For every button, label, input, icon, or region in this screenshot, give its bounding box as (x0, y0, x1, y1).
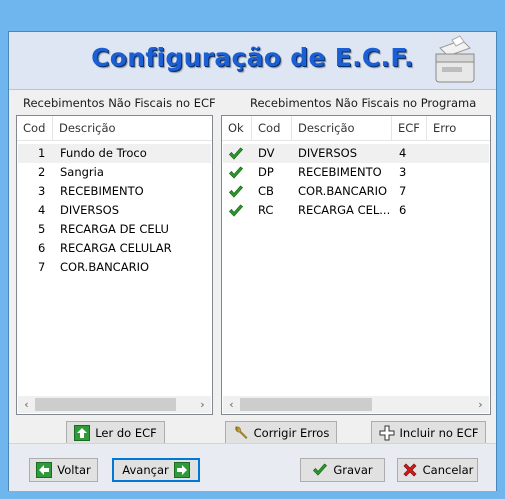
cell-ecf: 3 (399, 165, 407, 179)
read-ecf-label: Ler do ECF (95, 426, 157, 440)
arrow-up-icon (74, 425, 91, 441)
column-header-descricao[interactable]: Descrição (292, 116, 392, 140)
list-header: Ok Cod Descrição ECF Erro (222, 116, 490, 141)
check-icon (228, 166, 244, 179)
cell-erro (433, 201, 488, 220)
cell-cod: DP (258, 165, 274, 179)
list-item[interactable]: 1 Fundo de Troco (18, 144, 211, 163)
cell-ecf: 4 (399, 146, 407, 160)
page-title: Configuração de E.C.F. (91, 43, 414, 72)
arrow-left-icon (36, 462, 53, 478)
next-button[interactable]: Avançar (112, 458, 200, 482)
dialog-client: Configuração de E.C.F. Recebimentos Não … (8, 31, 497, 491)
cell-cod: 1 (38, 146, 46, 160)
list-item[interactable]: RC RECARGA CEL... 6 (223, 201, 489, 220)
cell-cod: 5 (38, 222, 46, 236)
column-header-cod[interactable]: Cod (252, 116, 292, 140)
cell-descricao: RECARGA DE CELU (60, 222, 169, 236)
cell-descricao: DIVERSOS (298, 146, 358, 160)
save-button[interactable]: Gravar (300, 458, 385, 482)
horizontal-scrollbar[interactable]: ‹ › (18, 396, 211, 413)
column-header-ok[interactable]: Ok (222, 116, 252, 140)
list-item[interactable]: DP RECEBIMENTO 3 (223, 163, 489, 182)
scroll-right-icon[interactable]: › (472, 396, 489, 413)
cell-cod: CB (258, 184, 274, 198)
check-icon (313, 463, 328, 476)
save-label: Gravar (333, 463, 373, 477)
cancel-x-icon (403, 463, 417, 477)
cell-cod: 4 (38, 203, 46, 217)
cell-descricao: RECARGA CEL... (298, 203, 391, 217)
cell-descricao: RECEBIMENTO (298, 165, 382, 179)
header-band: Configuração de E.C.F. (9, 32, 496, 90)
column-header-erro[interactable]: Erro (427, 116, 490, 140)
cell-descricao: RECEBIMENTO (60, 184, 144, 198)
cell-descricao: RECARGA CELULAR (60, 241, 172, 255)
wrench-icon (235, 426, 248, 439)
list-item[interactable]: 5 RECARGA DE CELU (18, 220, 211, 239)
check-icon (228, 204, 244, 217)
cell-descricao: Fundo de Troco (60, 146, 147, 160)
cell-descricao: COR.BANCARIO (298, 184, 388, 198)
right-section-label: Recebimentos Não Fiscais no Programa (250, 96, 477, 110)
program-receipts-list[interactable]: Ok Cod Descrição ECF Erro DV DIVERSOS 4 DP R… (221, 115, 491, 415)
cell-erro (433, 163, 488, 182)
list-item[interactable]: 3 RECEBIMENTO (18, 182, 211, 201)
list-item[interactable]: DV DIVERSOS 4 (223, 144, 489, 163)
column-header-descricao[interactable]: Descrição (53, 116, 212, 140)
cell-descricao: Sangria (60, 165, 104, 179)
cell-cod: 2 (38, 165, 46, 179)
column-header-ecf[interactable]: ECF (392, 116, 427, 140)
cell-descricao: DIVERSOS (60, 203, 120, 217)
add-to-ecf-button[interactable]: Incluir no ECF (371, 421, 486, 445)
scroll-right-icon[interactable]: › (194, 396, 211, 413)
list-item[interactable]: 4 DIVERSOS (18, 201, 211, 220)
fix-errors-label: Corrigir Erros (253, 426, 330, 440)
list-item[interactable]: CB COR.BANCARIO 7 (223, 182, 489, 201)
check-icon (228, 185, 244, 198)
list-item[interactable]: 7 COR.BANCARIO (18, 258, 211, 277)
cell-erro (433, 144, 488, 163)
scroll-left-icon[interactable]: ‹ (223, 396, 240, 413)
back-button[interactable]: Voltar (29, 458, 98, 482)
cancel-button[interactable]: Cancelar (397, 458, 478, 482)
add-to-ecf-label: Incluir no ECF (399, 426, 479, 440)
cell-cod: RC (258, 203, 274, 217)
list-header: Cod Descrição (17, 116, 212, 141)
arrow-right-icon (173, 462, 190, 478)
cell-descricao: COR.BANCARIO (60, 260, 150, 274)
footer-bar: Voltar Avançar Gravar Cancelar (9, 443, 496, 491)
column-header-cod[interactable]: Cod (17, 116, 53, 140)
scroll-left-icon[interactable]: ‹ (18, 396, 35, 413)
left-section-label: Recebimentos Não Fiscais no ECF (23, 96, 216, 110)
cell-cod: DV (258, 146, 275, 160)
scroll-thumb[interactable] (35, 398, 176, 411)
cell-erro (433, 182, 488, 201)
next-label: Avançar (122, 463, 169, 477)
cancel-label: Cancelar (422, 463, 474, 477)
cell-ecf: 6 (399, 203, 407, 217)
cell-cod: 7 (38, 260, 46, 274)
scroll-thumb[interactable] (240, 398, 372, 411)
fix-errors-button[interactable]: Corrigir Erros (225, 421, 337, 445)
back-label: Voltar (57, 463, 91, 477)
read-ecf-button[interactable]: Ler do ECF (66, 421, 165, 445)
cell-cod: 6 (38, 241, 46, 255)
check-icon (228, 147, 244, 160)
list-item[interactable]: 2 Sangria (18, 163, 211, 182)
window-frame: Configuração de E.C.F. Recebimentos Não … (0, 0, 505, 499)
cell-cod: 3 (38, 184, 46, 198)
ecf-receipts-list[interactable]: Cod Descrição 1 Fundo de Troco 2 Sangria 3 RE… (16, 115, 213, 415)
plus-icon (379, 425, 395, 441)
receipt-printer-icon (435, 35, 475, 83)
horizontal-scrollbar[interactable]: ‹ › (223, 396, 489, 413)
cell-ecf: 7 (399, 184, 407, 198)
list-item[interactable]: 6 RECARGA CELULAR (18, 239, 211, 258)
